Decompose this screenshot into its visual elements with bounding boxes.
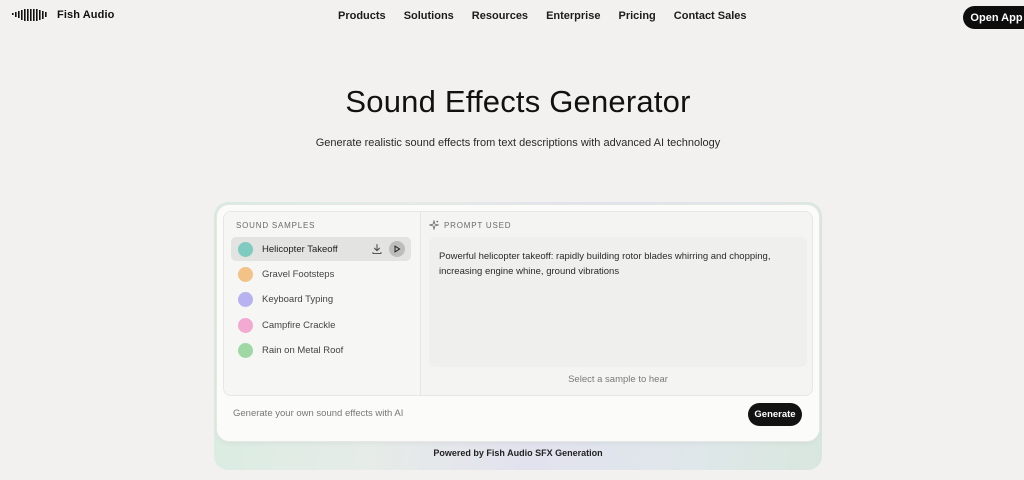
prompt-text: Powerful helicopter takeoff: rapidly bui… bbox=[429, 237, 807, 367]
sample-label: Rain on Metal Roof bbox=[262, 345, 344, 357]
powered-by-text: Powered by Fish Audio SFX Generation bbox=[433, 448, 603, 458]
prompt-header: PROMPT USED bbox=[429, 220, 511, 230]
sound-samples-list: Helicopter Takeoff Gravel Footsteps Keyb… bbox=[231, 237, 411, 364]
sample-item-rain-on-metal-roof[interactable]: Rain on Metal Roof bbox=[231, 339, 411, 363]
sample-item-campfire-crackle[interactable]: Campfire Crackle bbox=[231, 313, 411, 337]
open-app-button[interactable]: Open App bbox=[963, 6, 1024, 29]
menu-item-solutions[interactable]: Solutions bbox=[404, 10, 454, 22]
sound-samples-label: SOUND SAMPLES bbox=[236, 221, 316, 230]
menu-item-products[interactable]: Products bbox=[338, 10, 386, 22]
sample-label: Campfire Crackle bbox=[262, 319, 336, 331]
menu-item-resources[interactable]: Resources bbox=[472, 10, 528, 22]
sample-label: Keyboard Typing bbox=[262, 294, 334, 306]
page-subtitle: Generate realistic sound effects from te… bbox=[315, 137, 721, 149]
sample-color-dot bbox=[238, 266, 253, 282]
demo-panel: SOUND SAMPLES Helicopter Takeoff Gravel … bbox=[223, 211, 813, 396]
page-title: Sound Effects Generator bbox=[345, 84, 691, 119]
sfx-demo-card: SOUND SAMPLES Helicopter Takeoff Gravel … bbox=[217, 205, 819, 441]
generate-prompt-input[interactable]: Generate your own sound effects with AI bbox=[233, 408, 403, 419]
sample-label: Gravel Footsteps bbox=[262, 268, 335, 280]
sample-color-dot bbox=[238, 317, 253, 333]
sample-color-dot bbox=[238, 241, 253, 257]
download-icon[interactable] bbox=[371, 243, 383, 255]
menu-item-enterprise[interactable]: Enterprise bbox=[546, 10, 600, 22]
prompt-used-label: PROMPT USED bbox=[444, 220, 512, 230]
sample-item-keyboard-typing[interactable]: Keyboard Typing bbox=[231, 288, 411, 312]
top-nav: Fish Audio Products Solutions Resources … bbox=[0, 0, 1024, 34]
menu-item-pricing[interactable]: Pricing bbox=[618, 10, 655, 22]
sample-item-helicopter-takeoff[interactable]: Helicopter Takeoff bbox=[231, 237, 411, 261]
sparkle-icon bbox=[429, 220, 439, 230]
brand-logo[interactable]: Fish Audio bbox=[12, 9, 114, 21]
menu-item-contact-sales[interactable]: Contact Sales bbox=[674, 10, 747, 22]
main-menu: Products Solutions Resources Enterprise … bbox=[338, 10, 765, 22]
sample-label: Helicopter Takeoff bbox=[262, 243, 338, 255]
brand-name: Fish Audio bbox=[57, 9, 115, 21]
sample-color-dot bbox=[238, 343, 253, 359]
prompt-pane: PROMPT USED Powerful helicopter takeoff:… bbox=[422, 212, 812, 395]
waveform-logo-icon bbox=[12, 9, 47, 21]
sound-samples-pane: SOUND SAMPLES Helicopter Takeoff Gravel … bbox=[224, 212, 421, 395]
generate-button[interactable]: Generate bbox=[748, 403, 802, 426]
play-icon[interactable] bbox=[389, 241, 405, 257]
sample-color-dot bbox=[238, 292, 253, 308]
select-sample-hint: Select a sample to hear bbox=[568, 374, 668, 385]
sample-item-gravel-footsteps[interactable]: Gravel Footsteps bbox=[231, 262, 411, 286]
